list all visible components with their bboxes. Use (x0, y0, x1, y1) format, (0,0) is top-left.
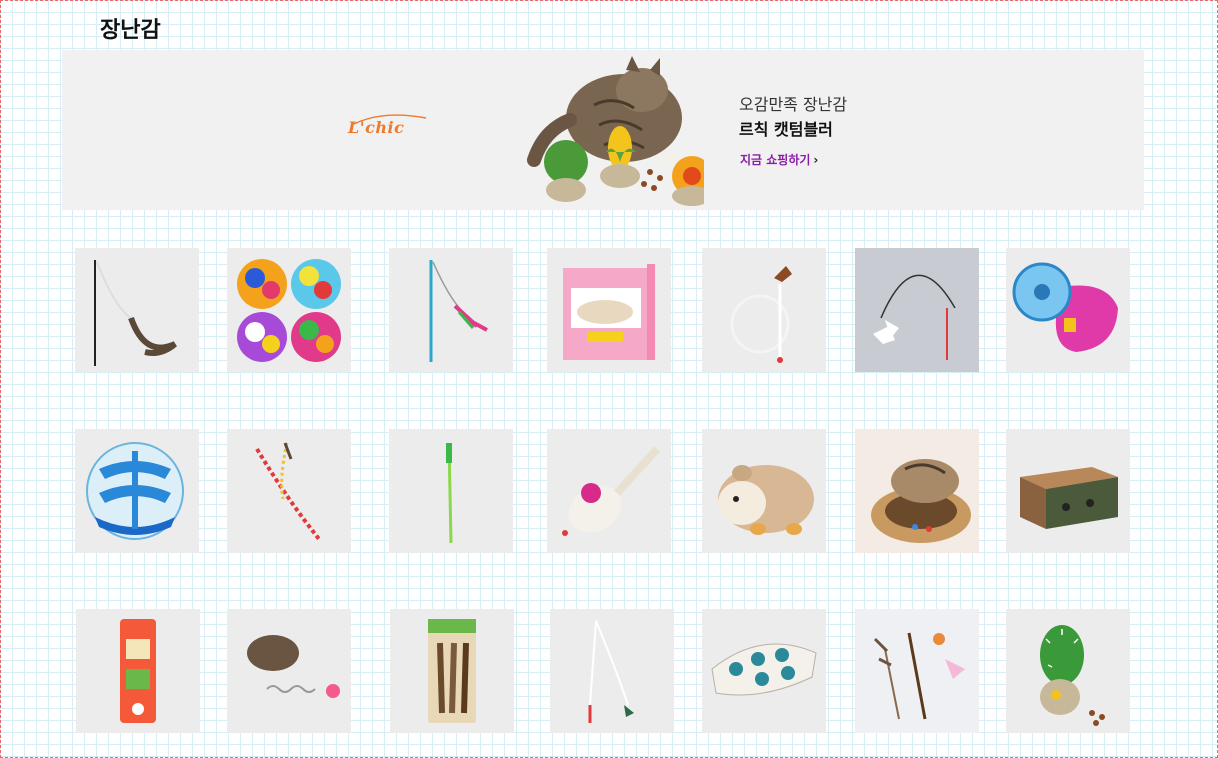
product-tile[interactable] (702, 248, 826, 372)
product-tile[interactable] (547, 248, 671, 372)
product-tile[interactable] (389, 248, 513, 372)
cardboard-box-icon (1020, 467, 1118, 529)
product-tile[interactable] (855, 429, 979, 553)
spring-feather-toy-icon (247, 635, 340, 698)
cactus-tumbler-icon (1040, 625, 1105, 726)
product-tile[interactable] (1006, 609, 1130, 733)
product-tile[interactable] (702, 429, 826, 553)
ring-feather-toy-icon (730, 266, 792, 363)
product-tile[interactable] (227, 429, 351, 553)
feather-wand-icon (429, 260, 488, 362)
fishing-rod-toy-icon (588, 620, 634, 723)
cat-scratcher-bowl-icon (871, 459, 971, 543)
product-tile[interactable] (702, 609, 826, 733)
bead-string-toy-icon (255, 442, 321, 541)
product-tile[interactable] (855, 248, 979, 372)
product-tile[interactable] (390, 609, 514, 733)
banner-subtitle: 오감만족 장난감 (739, 95, 848, 114)
treat-ball-icon (86, 442, 184, 540)
wire-butterfly-toy-icon (873, 274, 956, 360)
pompom-balls-icon (237, 259, 341, 362)
product-tile[interactable] (547, 429, 671, 553)
product-tile[interactable] (75, 429, 199, 553)
plush-hamster-icon (718, 465, 814, 535)
product-tile[interactable] (389, 429, 513, 553)
brand-logo: L'chic (348, 118, 405, 137)
boxed-play-mat-icon (563, 264, 655, 360)
product-tile[interactable] (75, 248, 199, 372)
product-tile[interactable] (76, 609, 200, 733)
product-tile[interactable] (227, 248, 351, 372)
green-stick-toy-icon (446, 442, 453, 544)
hero-cat-image (527, 56, 704, 206)
puzzle-feeder-icon (711, 643, 817, 696)
matatabi-sticks-icon (428, 619, 476, 723)
shop-now-label: 지금 쇼핑하기 (740, 153, 811, 167)
catnip-pillow-icon (120, 619, 156, 723)
product-tile[interactable] (550, 609, 674, 733)
plush-mouse-icon (562, 446, 660, 536)
banner-headline: 르칙 캣텀블러 (739, 120, 833, 139)
feather-set-icon (873, 632, 965, 720)
chevron-right-icon: › (813, 153, 819, 167)
wheel-toy-icon (1012, 262, 1118, 352)
product-tile[interactable] (1006, 429, 1130, 553)
promo-banner[interactable]: L'chic 오감만족 장난감 르칙 캣텀블러 지금 쇼핑하기 › (62, 50, 1144, 210)
wand-feather-toy-icon (94, 260, 177, 366)
shop-now-link[interactable]: 지금 쇼핑하기 › (740, 151, 818, 168)
section-title: 장난감 (100, 18, 161, 43)
product-tile[interactable] (227, 609, 351, 733)
product-tile[interactable] (855, 609, 979, 733)
product-tile[interactable] (1006, 248, 1130, 372)
